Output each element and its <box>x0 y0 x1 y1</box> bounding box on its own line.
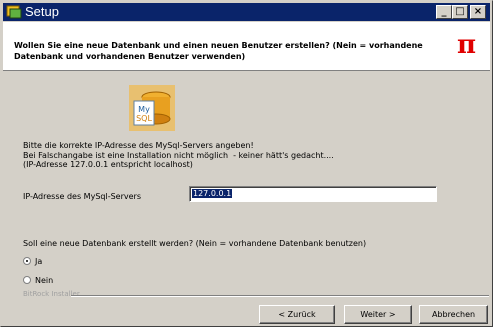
new-database-question: Soll eine neue Datenbank erstellt werden… <box>23 239 367 248</box>
ip-address-label: IP-Adresse des MySql-Servers <box>23 192 141 201</box>
setup-window: Setup _ □ × Wollen Sie eine neue Datenba… <box>0 0 493 327</box>
close-button[interactable]: × <box>470 5 486 19</box>
cancel-button[interactable]: Abbrechen <box>419 305 488 324</box>
window-title: Setup <box>25 4 59 19</box>
radio-option-ja[interactable]: Ja <box>23 257 42 266</box>
header-question: Wollen Sie eine neue Datenbank und einen… <box>14 41 423 61</box>
mysql-database-icon: My SQL <box>129 85 175 131</box>
maximize-button[interactable]: □ <box>452 5 468 19</box>
ip-address-value: 127.0.0.1 <box>192 189 233 198</box>
ip-address-input[interactable]: 127.0.0.1 <box>189 186 437 202</box>
setup-app-icon <box>6 5 22 19</box>
radio-button-icon[interactable] <box>23 276 31 284</box>
footer-divider <box>71 295 489 297</box>
radio-button-checked-icon[interactable] <box>23 257 31 265</box>
info-line: (IP-Adresse 127.0.0.1 entspricht localho… <box>23 160 193 170</box>
back-button[interactable]: < Zurück <box>259 305 335 324</box>
next-button[interactable]: Weiter > <box>344 305 412 324</box>
logo-text-sql: SQL <box>136 114 152 123</box>
info-line: Bei Falschangabe ist eine Installation n… <box>23 150 334 160</box>
pi-logo-icon: π <box>457 30 477 60</box>
header-panel: Wollen Sie eine neue Datenbank und einen… <box>3 22 490 71</box>
radio-label: Ja <box>35 257 43 266</box>
info-text: Bitte die korrekte IP-Adresse des MySql-… <box>23 141 483 170</box>
minimize-button[interactable]: _ <box>436 5 452 19</box>
info-line: Bitte die korrekte IP-Adresse des MySql-… <box>23 141 254 150</box>
radio-label: Nein <box>35 276 54 285</box>
logo-text-my: My <box>138 105 150 114</box>
radio-option-nein[interactable]: Nein <box>23 276 53 285</box>
title-bar[interactable]: Setup _ □ × <box>3 3 490 21</box>
